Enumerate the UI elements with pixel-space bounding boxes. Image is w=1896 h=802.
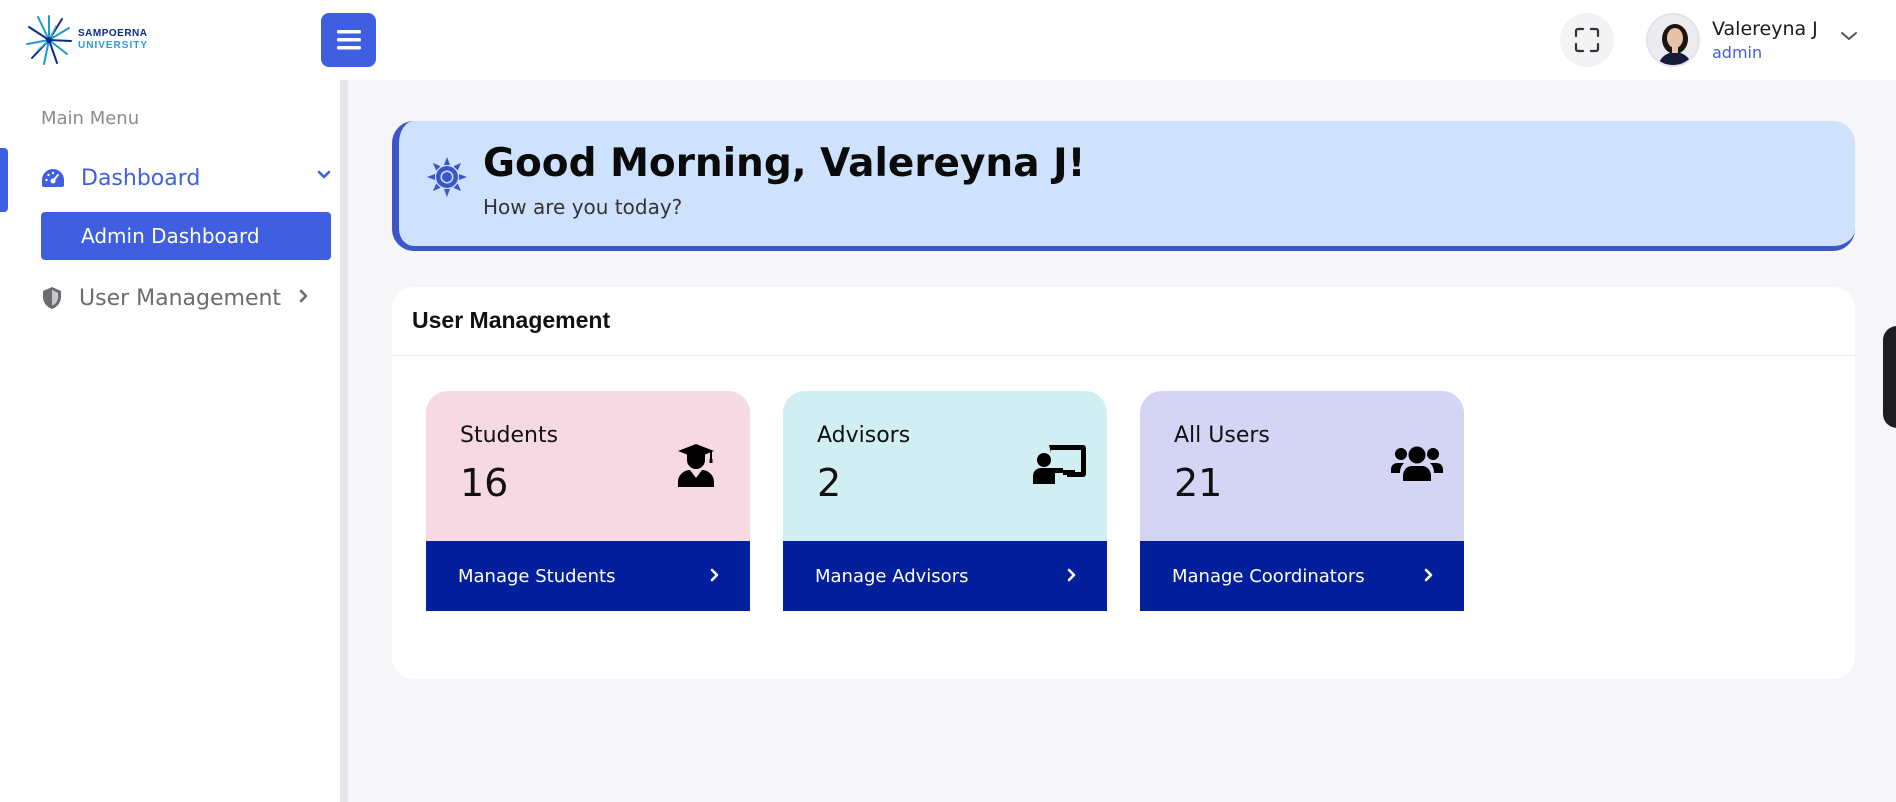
greeting-banner: Good Morning, Valereyna J! How are you t… bbox=[392, 121, 1855, 251]
hamburger-icon bbox=[336, 30, 361, 50]
card-body: Students 16 bbox=[426, 391, 750, 541]
starburst-logo-icon bbox=[26, 15, 72, 65]
active-indicator bbox=[0, 148, 8, 212]
stat-card-students: Students 16 Manage Students bbox=[426, 391, 750, 611]
sidebar-scrollbar[interactable] bbox=[340, 80, 348, 802]
avatar bbox=[1646, 13, 1700, 67]
sidebar-subitem-label: Admin Dashboard bbox=[81, 224, 260, 248]
card-body: All Users 21 bbox=[1140, 391, 1464, 541]
sidebar-item-user-management[interactable]: User Management bbox=[41, 280, 337, 316]
greeting-title: Good Morning, Valereyna J! bbox=[483, 141, 1086, 186]
sidebar-item-label: Dashboard bbox=[81, 165, 201, 191]
card-label: All Users bbox=[1174, 423, 1270, 448]
chevron-right-icon bbox=[1067, 568, 1076, 582]
brand-name: SAMPOERNA UNIVERSITY bbox=[78, 28, 148, 52]
user-management-panel: User Management Students 16 Manage Stude… bbox=[392, 287, 1855, 679]
brand-line1: SAMPOERNA bbox=[78, 28, 148, 39]
manage-coordinators-button[interactable]: Manage Coordinators bbox=[1140, 541, 1464, 611]
chevron-right-icon bbox=[1424, 568, 1433, 582]
sidebar-toggle-button[interactable] bbox=[321, 13, 376, 67]
gauge-icon bbox=[42, 169, 64, 187]
user-menu[interactable]: Valereyna J admin bbox=[1646, 12, 1876, 68]
shield-icon bbox=[43, 287, 61, 309]
manage-advisors-button[interactable]: Manage Advisors bbox=[783, 541, 1107, 611]
card-body: Advisors 2 bbox=[783, 391, 1107, 541]
greeting-subtitle: How are you today? bbox=[483, 195, 683, 219]
card-action-label: Manage Coordinators bbox=[1172, 565, 1365, 587]
divider bbox=[392, 355, 1855, 356]
card-value: 16 bbox=[460, 461, 509, 505]
panel-title: User Management bbox=[412, 307, 611, 333]
chevron-right-icon bbox=[299, 289, 308, 303]
card-action-label: Manage Advisors bbox=[815, 565, 969, 587]
fullscreen-button[interactable] bbox=[1560, 13, 1614, 67]
sidebar-item-dashboard[interactable]: Dashboard bbox=[41, 160, 337, 196]
chevron-down-icon bbox=[317, 170, 331, 179]
card-label: Advisors bbox=[817, 423, 911, 448]
card-action-label: Manage Students bbox=[458, 565, 616, 587]
card-value: 21 bbox=[1174, 461, 1223, 505]
user-info: Valereyna J admin bbox=[1712, 16, 1818, 64]
card-value: 2 bbox=[817, 461, 842, 505]
graduate-icon bbox=[678, 444, 714, 487]
manage-students-button[interactable]: Manage Students bbox=[426, 541, 750, 611]
fullscreen-icon bbox=[1574, 27, 1600, 53]
chalkboard-teacher-icon bbox=[1033, 445, 1086, 484]
sun-icon bbox=[427, 157, 467, 197]
user-role: admin bbox=[1712, 43, 1763, 62]
user-name: Valereyna J bbox=[1712, 18, 1818, 40]
stat-card-all-users: All Users 21 Manage Coordinators bbox=[1140, 391, 1464, 611]
brand-logo[interactable]: SAMPOERNA UNIVERSITY bbox=[26, 14, 166, 66]
sidebar-item-label: User Management bbox=[79, 285, 282, 311]
brand-line2: UNIVERSITY bbox=[78, 40, 149, 51]
chevron-right-icon bbox=[710, 568, 719, 582]
card-label: Students bbox=[460, 423, 559, 448]
users-icon bbox=[1391, 446, 1443, 481]
sidebar-section-title: Main Menu bbox=[41, 108, 140, 129]
sidebar-item-admin-dashboard[interactable]: Admin Dashboard bbox=[41, 212, 331, 260]
settings-drawer-tab[interactable] bbox=[1883, 326, 1896, 428]
stat-card-advisors: Advisors 2 Manage Advisors bbox=[783, 391, 1107, 611]
chevron-down-icon[interactable] bbox=[1840, 30, 1858, 42]
